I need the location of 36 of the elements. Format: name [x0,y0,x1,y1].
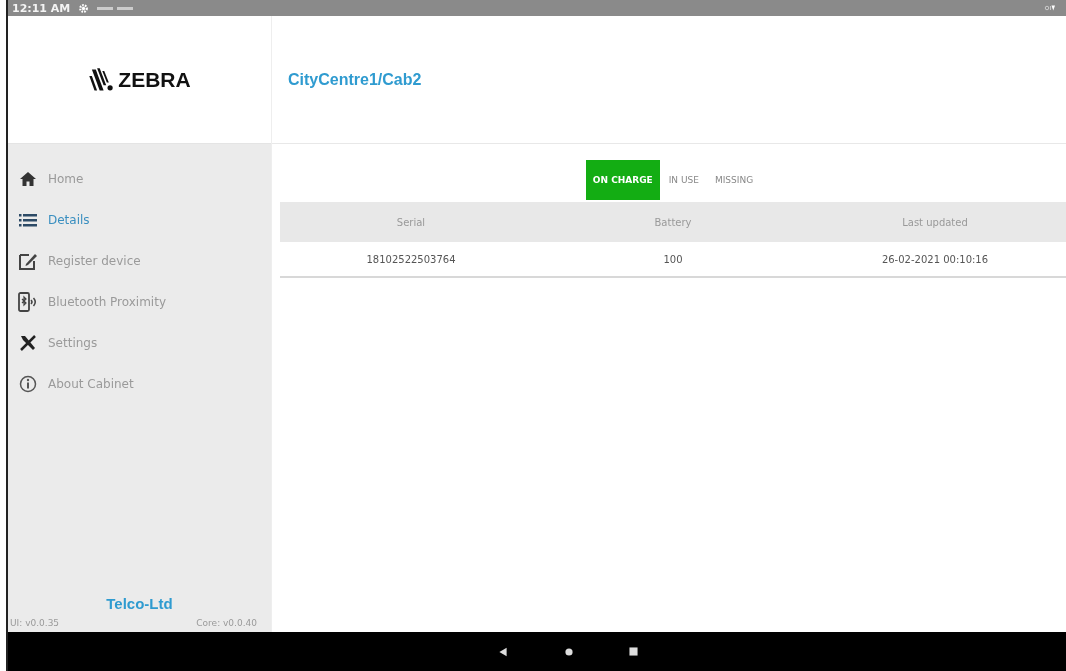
sidebar-item-label: About Cabinet [48,376,134,391]
page-title: CityCentre1/Cab2 [288,70,422,89]
table-cell-text: 18102522503764 [365,253,457,265]
column-header: Last updated [901,216,969,228]
tab[interactable]: ON CHARGE [585,160,660,200]
sidebar-item[interactable]: Register device [8,240,271,281]
tab[interactable]: MISSING [707,160,761,200]
ui-version: UI: v0.0.35 [10,618,60,628]
settings-icon [78,2,90,14]
zebra-logo-icon [88,66,115,93]
table-row[interactable]: 18102522503764 100 26-02-2021 00:10:16 [280,242,1066,278]
sidebar-item[interactable]: About Cabinet [8,363,271,404]
table-cell-text: 26-02-2021 00:10:16 [880,253,990,265]
sidebar-item-label: Settings [48,335,98,350]
sidebar-item[interactable]: Details [8,199,271,240]
column-header: Battery [653,216,693,228]
sidebar-item[interactable]: Settings [8,322,271,363]
notification-icon [97,6,134,10]
logo-text: ZEBRA [118,67,191,92]
phone-signal-icon [18,291,38,312]
info-icon [18,373,38,394]
sidebar-item-label: Register device [48,253,141,268]
core-version: Core: v0.0.40 [196,618,257,628]
column-header: Serial [395,216,427,228]
tools-icon [18,332,38,353]
sidebar-item[interactable]: Bluetooth Proximity [8,281,271,322]
sidebar-item-label: Details [48,212,90,227]
tab[interactable]: IN USE [661,160,706,200]
status-time: 12:11 AM [12,1,71,15]
home-button-icon [564,647,573,656]
sidebar-item-label: Bluetooth Proximity [48,294,166,309]
sidebar-item-label: Home [48,171,84,186]
table-cell-text: 100 [662,253,684,265]
recents-icon [628,647,638,656]
company-name: Telco-Ltd [105,595,174,612]
sidebar-item[interactable]: Home [8,158,271,199]
